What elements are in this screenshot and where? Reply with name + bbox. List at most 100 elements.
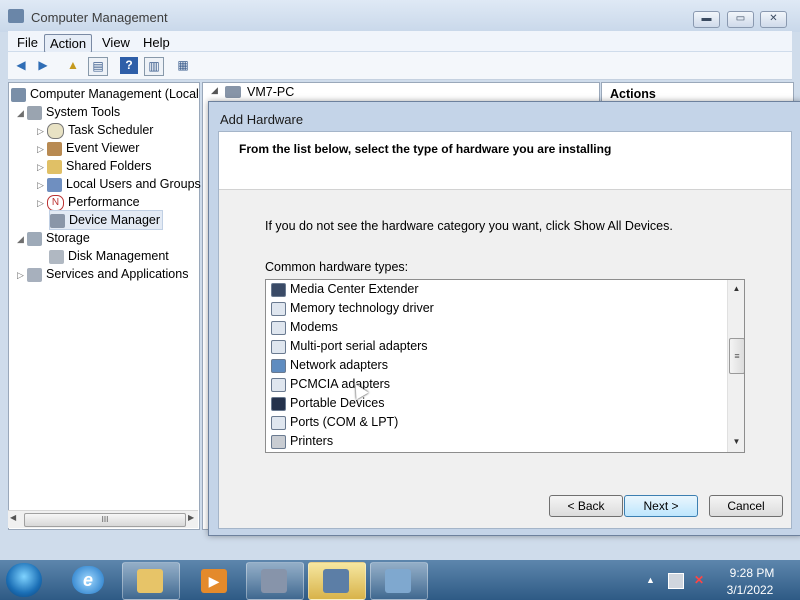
list-item[interactable]: Memory technology driver [271, 299, 434, 318]
expanded-arrow-icon[interactable]: ◢ [211, 85, 218, 96]
back-arrow-icon[interactable]: ◀ [12, 57, 30, 74]
tree-item-local-users[interactable]: ▷ Local Users and Groups [37, 175, 201, 193]
menu-help[interactable]: Help [138, 34, 175, 51]
expanded-arrow-icon[interactable]: ◢ [17, 230, 27, 248]
tree-item-label: Event Viewer [66, 141, 140, 155]
portable-device-icon [271, 396, 286, 411]
scroll-down-arrow-icon[interactable]: ▼ [728, 435, 744, 449]
tree-item-system-tools[interactable]: ◢ System Tools [17, 103, 120, 121]
tree-item-label: Local Users and Groups [66, 177, 201, 191]
tree-item-services-applications[interactable]: ▷ Services and Applications [17, 265, 188, 283]
dialog-info-text: If you do not see the hardware category … [265, 219, 673, 233]
taskbar-control-panel[interactable] [370, 562, 428, 600]
add-hardware-icon [323, 569, 349, 593]
forward-arrow-icon[interactable]: ▶ [34, 57, 52, 74]
collapsed-arrow-icon[interactable]: ▷ [37, 194, 47, 212]
collapsed-arrow-icon[interactable]: ▷ [37, 158, 47, 176]
list-item[interactable]: PCMCIA adapters [271, 375, 390, 394]
maximize-button[interactable]: ▭ [727, 11, 754, 28]
list-vertical-scrollbar[interactable]: ▲ ≡ ▼ [727, 280, 744, 452]
tree-item-task-scheduler[interactable]: ▷ Task Scheduler [37, 121, 153, 139]
menu-view[interactable]: View [97, 34, 135, 51]
users-icon [47, 177, 62, 192]
back-button[interactable]: < Back [549, 495, 623, 517]
list-item[interactable]: Network adapters [271, 356, 388, 375]
pcmcia-icon [271, 377, 286, 392]
taskbar-computer-management[interactable] [246, 562, 304, 600]
console-tree-icon[interactable]: ▤ [88, 57, 108, 76]
toolbar: ◀ ▶ ▲ ▤ ? ▥ ▦ [8, 52, 792, 80]
services-icon [27, 267, 42, 282]
next-button[interactable]: Next > [624, 495, 698, 517]
list-scroll-thumb[interactable]: ≡ [729, 338, 744, 374]
add-hardware-dialog: Add Hardware From the list below, select… [208, 101, 800, 536]
expanded-arrow-icon[interactable]: ◢ [17, 104, 27, 122]
serial-adapter-icon [271, 339, 286, 354]
tree-item-disk-management[interactable]: Disk Management [49, 247, 169, 265]
menu-file[interactable]: File [12, 34, 43, 51]
list-item[interactable]: Multi-port serial adapters [271, 337, 428, 356]
action-pane-icon[interactable]: ▥ [144, 57, 164, 76]
list-item[interactable]: Ports (COM & LPT) [271, 413, 398, 432]
tree-root[interactable]: Computer Management (Local [11, 85, 199, 103]
scroll-up-arrow-icon[interactable]: ▲ [728, 282, 744, 296]
minimize-button[interactable]: ▬ [693, 11, 720, 28]
close-button[interactable]: ✕ [760, 11, 787, 28]
tree-item-shared-folders[interactable]: ▷ Shared Folders [37, 157, 151, 175]
computer-icon [225, 86, 241, 98]
clock-date[interactable]: 3/1/2022 [722, 583, 778, 597]
dialog-header: From the list below, select the type of … [219, 132, 791, 190]
title-bar[interactable]: Computer Management ▬ ▭ ✕ [0, 0, 800, 32]
properties-icon[interactable]: ▦ [174, 57, 192, 74]
actions-title: Actions [610, 87, 656, 101]
network-adapter-icon [271, 358, 286, 373]
show-hidden-icons-icon[interactable]: ▲ [646, 575, 655, 585]
taskbar-add-hardware[interactable] [308, 562, 366, 600]
computer-node-label[interactable]: VM7-PC [247, 85, 294, 99]
tree-scroll-thumb[interactable]: III [24, 513, 186, 527]
console-tree: Computer Management (Local ◢ System Tools… [8, 82, 201, 530]
list-item-label: Memory technology driver [290, 301, 434, 315]
cancel-button[interactable]: Cancel [709, 495, 783, 517]
tree-item-label: Performance [68, 195, 140, 209]
tree-root-label: Computer Management (Local [30, 87, 199, 101]
scroll-right-arrow-icon[interactable]: ▶ [188, 513, 194, 522]
collapsed-arrow-icon[interactable]: ▷ [37, 140, 47, 158]
scroll-left-arrow-icon[interactable]: ◀ [10, 513, 16, 522]
list-item-label: Modems [290, 320, 338, 334]
tree-item-performance[interactable]: ▷ N Performance [37, 193, 140, 211]
list-item-label: Printers [290, 434, 334, 448]
taskbar-explorer[interactable] [122, 562, 180, 600]
clock-time[interactable]: 9:28 PM [727, 566, 777, 580]
up-folder-icon[interactable]: ▲ [64, 57, 82, 74]
help-icon[interactable]: ? [120, 57, 138, 74]
tree-item-device-manager[interactable]: Device Manager [49, 210, 164, 230]
start-button[interactable] [6, 563, 42, 597]
volume-muted-icon[interactable]: ✕ [692, 573, 706, 587]
storage-icon [27, 231, 42, 246]
modem-icon [271, 320, 286, 335]
tree-item-event-viewer[interactable]: ▷ Event Viewer [37, 139, 139, 157]
list-item[interactable]: Portable Devices [271, 394, 385, 413]
menu-action[interactable]: Action [44, 34, 93, 53]
tools-icon [27, 105, 42, 120]
network-icon[interactable] [668, 573, 684, 589]
computer-management-icon [261, 569, 287, 593]
collapsed-arrow-icon[interactable]: ▷ [17, 266, 27, 284]
tree-item-label: Device Manager [69, 213, 161, 227]
taskbar-media-player[interactable]: ▶ [186, 562, 244, 600]
hardware-types-list[interactable]: Media Center Extender Memory technology … [265, 279, 745, 453]
list-item[interactable]: Media Center Extender [271, 280, 419, 299]
folder-icon [137, 569, 163, 593]
collapsed-arrow-icon[interactable]: ▷ [37, 176, 47, 194]
computer-icon [11, 87, 26, 102]
tree-item-storage[interactable]: ◢ Storage [17, 229, 90, 247]
collapsed-arrow-icon[interactable]: ▷ [37, 122, 47, 140]
tree-horizontal-scrollbar[interactable]: ◀ III ▶ [8, 510, 198, 528]
tree-item-label: Services and Applications [46, 267, 189, 281]
internet-explorer-icon[interactable]: e [72, 566, 104, 594]
device-manager-icon [50, 213, 65, 228]
list-item[interactable]: Printers [271, 432, 333, 451]
window-title: Computer Management [31, 10, 168, 25]
list-item[interactable]: Modems [271, 318, 338, 337]
